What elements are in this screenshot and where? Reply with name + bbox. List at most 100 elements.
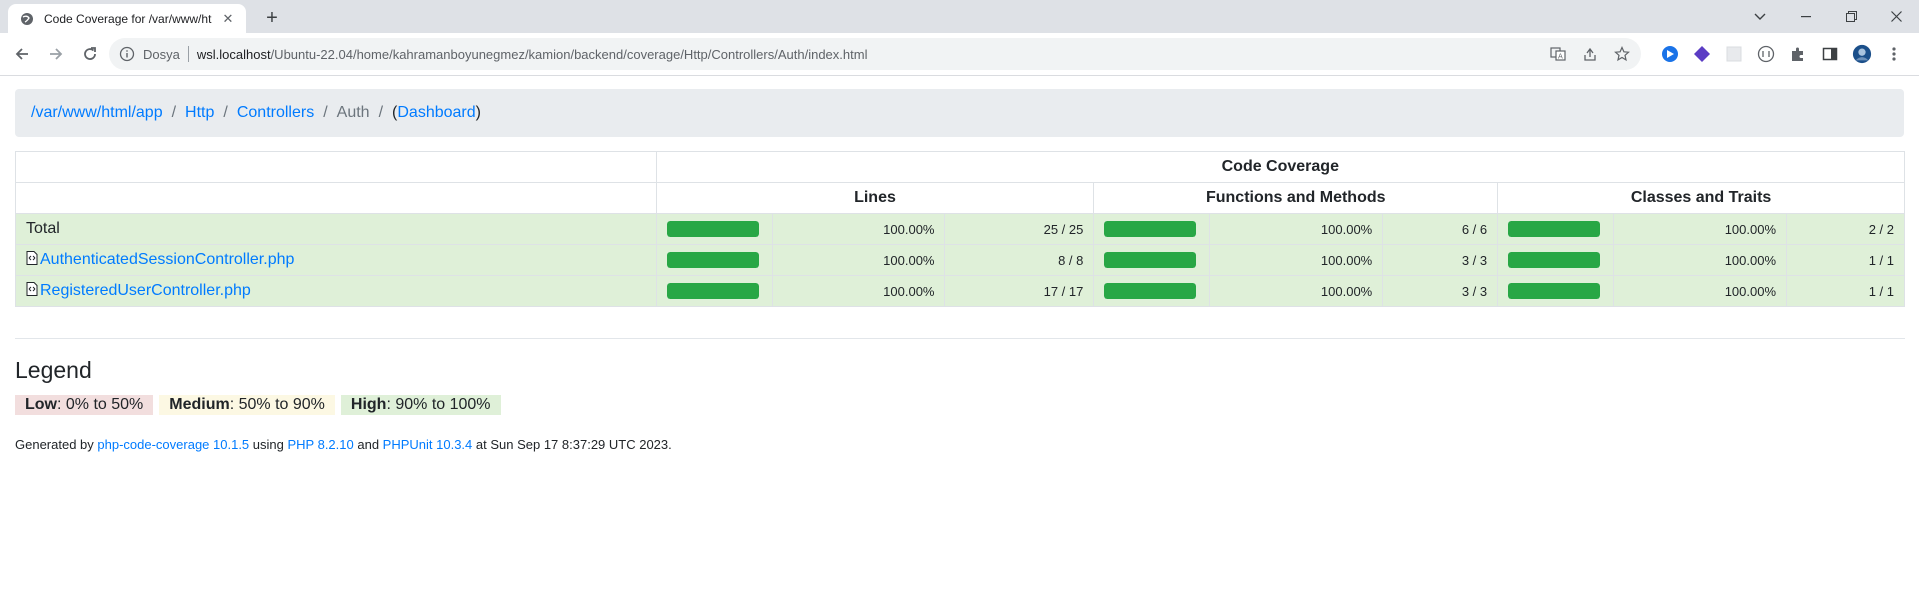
file-code-icon bbox=[26, 282, 38, 296]
functions-bar-cell bbox=[1093, 244, 1211, 276]
legend-low-range: : 0% to 50% bbox=[57, 396, 144, 413]
breadcrumb: /var/www/html/app / Http / Controllers /… bbox=[15, 89, 1904, 137]
functions-header: Functions and Methods bbox=[1093, 182, 1499, 214]
row-name-text: Total bbox=[26, 220, 60, 237]
globe-icon bbox=[20, 12, 34, 26]
functions-progress-fill bbox=[1104, 221, 1197, 237]
functions-count: 3 / 3 bbox=[1382, 275, 1499, 307]
info-icon[interactable] bbox=[119, 46, 135, 62]
table-row: RegisteredUserController.php 100.00% 17 … bbox=[15, 275, 1905, 307]
classes-progress-fill bbox=[1508, 221, 1601, 237]
breadcrumb-http-link[interactable]: Http bbox=[185, 104, 214, 122]
lines-bar-cell bbox=[655, 275, 773, 307]
classes-percent: 100.00% bbox=[1613, 244, 1788, 276]
lines-header: Lines bbox=[655, 182, 1095, 214]
php-link[interactable]: PHP 8.2.10 bbox=[287, 437, 353, 452]
php-code-coverage-link[interactable]: php-code-coverage 10.1.5 bbox=[97, 437, 249, 452]
classes-progress-bar bbox=[1508, 221, 1601, 237]
functions-count: 3 / 3 bbox=[1382, 244, 1499, 276]
legend-high: High: 90% to 100% bbox=[340, 395, 501, 415]
profile-avatar[interactable] bbox=[1852, 44, 1872, 64]
functions-percent: 100.00% bbox=[1209, 275, 1384, 307]
omnibox-actions: A bbox=[1549, 38, 1631, 70]
lines-bar-cell bbox=[655, 244, 773, 276]
functions-percent: 100.00% bbox=[1209, 213, 1384, 245]
bookmark-star-icon[interactable] bbox=[1613, 45, 1631, 63]
lines-progress-fill bbox=[666, 252, 759, 268]
dashboard-link[interactable]: Dashboard bbox=[397, 104, 475, 122]
classes-bar-cell bbox=[1497, 213, 1615, 245]
coverage-table: Code Coverage Lines Functions and Method… bbox=[15, 151, 1906, 307]
functions-progress-bar bbox=[1104, 221, 1197, 237]
breadcrumb-current: Auth bbox=[336, 104, 370, 121]
row-name: RegisteredUserController.php bbox=[15, 275, 657, 307]
header-empty-cell bbox=[15, 182, 657, 214]
new-tab-button[interactable]: + bbox=[260, 6, 284, 30]
extension-grey-icon[interactable] bbox=[1724, 44, 1744, 64]
restore-icon[interactable] bbox=[1828, 0, 1874, 33]
classes-progress-fill bbox=[1508, 283, 1601, 299]
menu-kebab-icon[interactable] bbox=[1884, 44, 1904, 64]
lines-count: 8 / 8 bbox=[944, 244, 1095, 276]
back-icon[interactable] bbox=[6, 38, 38, 70]
functions-bar-cell bbox=[1093, 275, 1211, 307]
breadcrumb-controllers-link[interactable]: Controllers bbox=[237, 104, 314, 122]
phpunit-link[interactable]: PHPUnit 10.3.4 bbox=[383, 437, 473, 452]
breadcrumb-divider: / bbox=[323, 104, 328, 121]
url-path: /Ubuntu-22.04/home/kahramanboyunegmez/ka… bbox=[270, 46, 868, 62]
extension-circle-icon[interactable] bbox=[1756, 44, 1776, 64]
legend: Low: 0% to 50% Medium: 50% to 90% High: … bbox=[15, 395, 501, 415]
lines-progress-fill bbox=[666, 283, 759, 299]
side-panel-icon[interactable] bbox=[1820, 44, 1840, 64]
header-empty-cell bbox=[15, 151, 657, 183]
functions-percent: 100.00% bbox=[1209, 244, 1384, 276]
breadcrumb-divider: / bbox=[171, 104, 177, 121]
footer-using: using bbox=[249, 437, 288, 452]
coverage-table-body: Total 100.00% 25 / 25 100.00% 6 / 6 100.… bbox=[15, 213, 1905, 307]
browser-tab[interactable]: Code Coverage for /var/www/ht ✕ bbox=[8, 4, 246, 33]
breadcrumb-paren-close: ) bbox=[475, 104, 481, 121]
forward-icon[interactable] bbox=[40, 38, 72, 70]
share-icon[interactable] bbox=[1581, 45, 1599, 63]
legend-high-range: : 90% to 100% bbox=[386, 396, 491, 413]
translate-icon[interactable]: A bbox=[1549, 45, 1567, 63]
breadcrumb-divider: / bbox=[378, 104, 384, 121]
functions-progress-bar bbox=[1104, 252, 1197, 268]
tab-search-icon[interactable] bbox=[1737, 0, 1783, 33]
legend-title: Legend bbox=[15, 357, 92, 383]
tab-strip: Code Coverage for /var/www/ht ✕ + bbox=[0, 0, 1919, 33]
table-row-total: Total 100.00% 25 / 25 100.00% 6 / 6 100.… bbox=[15, 213, 1905, 245]
lines-percent: 100.00% bbox=[771, 213, 946, 245]
functions-progress-bar bbox=[1104, 283, 1197, 299]
row-name: Total bbox=[15, 213, 657, 245]
legend-high-label: High bbox=[350, 396, 387, 413]
close-window-icon[interactable] bbox=[1873, 0, 1919, 33]
functions-progress-fill bbox=[1104, 283, 1197, 299]
url-host: wsl.localhost bbox=[196, 46, 271, 62]
file-link[interactable]: AuthenticatedSessionController.php bbox=[40, 251, 294, 268]
table-row: AuthenticatedSessionController.php 100.0… bbox=[15, 244, 1905, 276]
address-bar[interactable]: Dosya wsl.localhost/Ubuntu-22.04/home/ka… bbox=[109, 38, 1641, 70]
table-group-header-row: Code Coverage bbox=[15, 151, 1906, 183]
file-link[interactable]: RegisteredUserController.php bbox=[40, 282, 251, 299]
breadcrumb-divider: / bbox=[223, 104, 228, 121]
url-text[interactable]: wsl.localhost/Ubuntu-22.04/home/kahraman… bbox=[197, 47, 868, 62]
lines-bar-cell bbox=[655, 213, 773, 245]
lines-percent: 100.00% bbox=[771, 244, 946, 276]
footer-generated-by: Generated by bbox=[15, 437, 98, 452]
extensions-puzzle-icon[interactable] bbox=[1788, 44, 1808, 64]
extension-purple-icon[interactable] bbox=[1692, 44, 1712, 64]
reload-icon[interactable] bbox=[74, 38, 106, 70]
extension-blue-icon[interactable] bbox=[1660, 44, 1680, 64]
footer: Generated by php-code-coverage 10.1.5 us… bbox=[15, 437, 672, 452]
breadcrumb-root-link[interactable]: /var/www/html/app bbox=[31, 104, 163, 122]
extension-icons bbox=[1660, 38, 1904, 70]
browser-toolbar: Dosya wsl.localhost/Ubuntu-22.04/home/ka… bbox=[0, 33, 1919, 76]
lines-progress-bar bbox=[666, 252, 759, 268]
tab-close-icon[interactable]: ✕ bbox=[220, 11, 236, 27]
section-divider bbox=[15, 338, 1905, 339]
classes-header: Classes and Traits bbox=[1497, 182, 1905, 214]
minimize-icon[interactable] bbox=[1783, 0, 1829, 33]
lines-percent: 100.00% bbox=[771, 275, 946, 307]
legend-low-label: Low bbox=[25, 396, 57, 413]
